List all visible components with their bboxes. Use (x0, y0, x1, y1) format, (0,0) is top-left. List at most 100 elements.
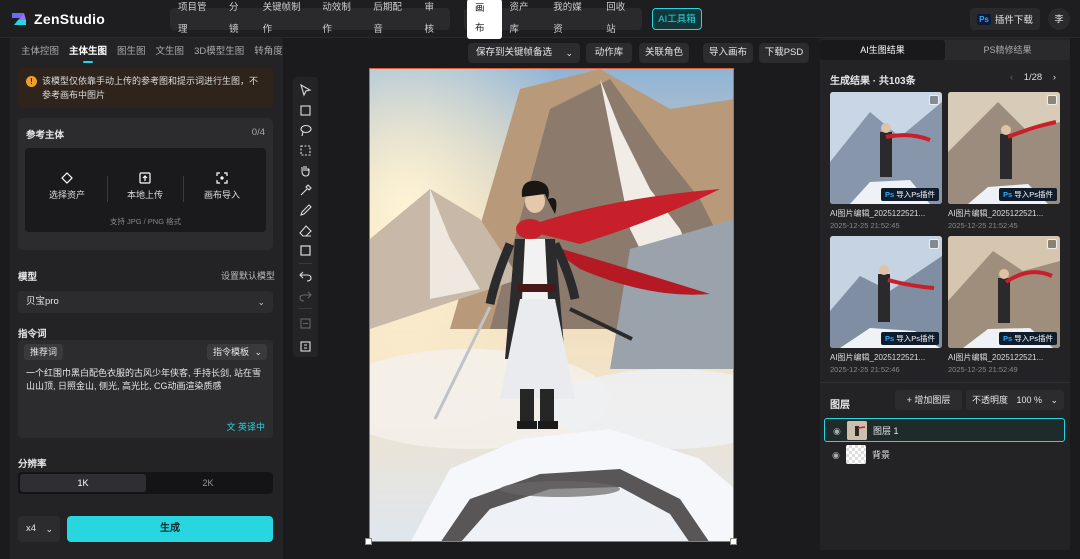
import-ps-button[interactable]: Ps 导入Ps插件 (999, 332, 1057, 345)
opacity-select[interactable]: 不透明度 100 % ⌄ (966, 390, 1064, 410)
result-date: 2025-12-25 21:52:49 (948, 365, 1018, 374)
generation-panel: 主体控图 主体生图 图生图 文生图 3D模型生图 转角度 ! 该模型仅依靠手动上… (10, 38, 283, 559)
canvas-import-button[interactable]: 画布导入 (187, 172, 257, 201)
download-psd-button[interactable]: 下载PSD (759, 43, 809, 63)
divider (820, 382, 1070, 383)
nav-my-media[interactable]: 我的媒资 (545, 0, 598, 41)
photoshop-icon: Ps (1003, 190, 1013, 199)
nav-keyframe[interactable]: 关键帧制作 (255, 0, 315, 41)
warning-icon: ! (26, 76, 37, 87)
result-thumbnail[interactable]: Ps 导入Ps插件 (948, 236, 1060, 348)
app-logo[interactable]: ZenStudio (10, 10, 105, 28)
ps-download-label: 插件下载 (994, 15, 1033, 26)
divider (299, 263, 312, 264)
translate-icon: 文 (226, 422, 236, 432)
save-to-keyframe-select[interactable]: 保存到关键帧备选 ⌄ (468, 43, 580, 63)
eyedropper-tool-icon[interactable] (298, 183, 313, 198)
hand-tool-icon[interactable] (298, 163, 313, 178)
chevron-down-icon: ⌄ (257, 297, 265, 307)
tab-subject-generate[interactable]: 主体生图 (64, 44, 112, 63)
set-default-model-link[interactable]: 设置默认模型 (221, 269, 275, 282)
marquee-tool-icon[interactable] (298, 143, 313, 158)
reference-count: 0/4 (251, 127, 265, 138)
divider (107, 176, 108, 202)
recommend-words-button[interactable]: 推荐词 (24, 344, 64, 360)
link-role-button[interactable]: 关联角色 (639, 43, 689, 63)
nav-motion[interactable]: 动效制作 (314, 0, 365, 41)
prompt-input[interactable]: 推荐词 指令模板 ⌄ 一个红围巾黑白配色衣服的古风少年侠客, 手持长剑, 站在雪… (18, 340, 273, 438)
layer-thumbnail (846, 445, 866, 464)
eye-icon[interactable]: ◉ (833, 419, 841, 443)
local-upload-button[interactable]: 本地上传 (110, 172, 180, 201)
canvas-image[interactable] (369, 68, 734, 542)
undo-icon[interactable] (298, 268, 313, 283)
eye-icon[interactable]: ◉ (832, 443, 840, 467)
translate-button[interactable]: 文 英译中 (226, 420, 265, 433)
tab-text-to-image[interactable]: 文生图 (151, 44, 190, 60)
eraser-tool-icon[interactable] (298, 223, 313, 238)
nav-recycle-bin[interactable]: 回收站 (598, 0, 642, 41)
redo-icon[interactable] (298, 288, 313, 303)
nav-canvas[interactable]: 画布 (467, 0, 502, 39)
upload-icon (139, 172, 151, 184)
resolution-1k[interactable]: 1K (20, 474, 146, 492)
tab-ps-results[interactable]: PS精修结果 (945, 40, 1070, 60)
copy-icon[interactable] (929, 95, 939, 105)
import-ps-button[interactable]: Ps 导入Ps插件 (881, 188, 939, 201)
nav-project-management[interactable]: 项目管理 (170, 0, 221, 41)
photoshop-icon: Ps (977, 13, 991, 25)
crop-tool-icon[interactable] (298, 103, 313, 118)
action-library-button[interactable]: 动作库 (586, 43, 632, 63)
nav-post-dubbing[interactable]: 后期配音 (365, 0, 416, 41)
tab-3d-model[interactable]: 3D模型生图 (189, 44, 249, 60)
select-asset-button[interactable]: 选择资产 (32, 172, 102, 201)
select-tool-icon[interactable] (298, 83, 313, 98)
top-bar: ZenStudio 项目管理 分镜 关键帧制作 动效制作 后期配音 审核 画布 … (0, 0, 1080, 41)
tab-rotate-angle[interactable]: 转角度 (249, 44, 288, 60)
import-canvas-button[interactable]: 导入画布 (703, 43, 753, 63)
result-name: AI图片编辑_2025122521... (948, 353, 1044, 362)
result-name: AI图片编辑_2025122521... (948, 209, 1044, 218)
result-thumbnail[interactable]: Ps 导入Ps插件 (830, 236, 942, 348)
prompt-text[interactable]: 一个红围巾黑白配色衣服的古风少年侠客, 手持长剑, 站在雪山山顶, 日照金山, … (26, 367, 266, 393)
copy-icon[interactable] (929, 239, 939, 249)
layers-icon[interactable] (298, 316, 313, 331)
prompt-template-button[interactable]: 指令模板 ⌄ (206, 344, 267, 360)
import-ps-button[interactable]: Ps 导入Ps插件 (881, 332, 939, 345)
rectangle-tool-icon[interactable] (298, 243, 313, 258)
ai-toolbox-button[interactable]: AI工具箱 (652, 8, 702, 30)
results-pager: ‹ 1/28 › (1009, 72, 1056, 83)
nav-storyboard[interactable]: 分镜 (221, 0, 255, 41)
layers-title: 图层 (830, 400, 850, 411)
resize-handle[interactable] (730, 538, 737, 545)
model-select[interactable]: 贝宝pro ⌄ (18, 291, 273, 313)
copy-icon[interactable] (1047, 239, 1057, 249)
ps-plugin-download-button[interactable]: Ps 插件下载 (970, 8, 1040, 30)
chevron-right-icon[interactable]: › (1053, 72, 1056, 83)
import-ps-button[interactable]: Ps 导入Ps插件 (999, 188, 1057, 201)
tab-image-to-image[interactable]: 图生图 (112, 44, 151, 60)
export-icon[interactable] (298, 339, 313, 354)
layer-row[interactable]: ◉ 图层 1 (824, 418, 1065, 442)
result-thumbnail[interactable]: Ps 导入Ps插件 (948, 92, 1060, 204)
model-notice: ! 该模型仅依靠手动上传的参考图和提示词进行生图，不参考画布中图片 (18, 68, 273, 108)
tab-subject-control[interactable]: 主体控图 (16, 44, 64, 60)
resize-handle[interactable] (365, 538, 372, 545)
chevron-left-icon[interactable]: ‹ (1010, 72, 1013, 83)
nav-review[interactable]: 审核 (416, 0, 450, 41)
add-layer-button[interactable]: + 增加图层 (895, 390, 962, 410)
layer-row[interactable]: ◉ 背景 (824, 443, 1065, 467)
brush-tool-icon[interactable] (298, 203, 313, 218)
select-asset-icon (61, 172, 73, 184)
result-thumbnail[interactable]: Ps 导入Ps插件 (830, 92, 942, 204)
reference-title: 参考主体 (26, 130, 65, 141)
resolution-2k[interactable]: 2K (145, 474, 271, 492)
quantity-select[interactable]: x4 ⌄ (18, 516, 60, 542)
copy-icon[interactable] (1047, 95, 1057, 105)
user-avatar[interactable]: 李 (1048, 8, 1070, 30)
generate-button[interactable]: 生成 (67, 516, 273, 542)
nav-asset-library[interactable]: 资产库 (502, 0, 546, 41)
tab-ai-results[interactable]: AI生图结果 (820, 40, 945, 60)
chevron-down-icon: ⌄ (254, 347, 262, 357)
lasso-tool-icon[interactable] (298, 123, 313, 138)
